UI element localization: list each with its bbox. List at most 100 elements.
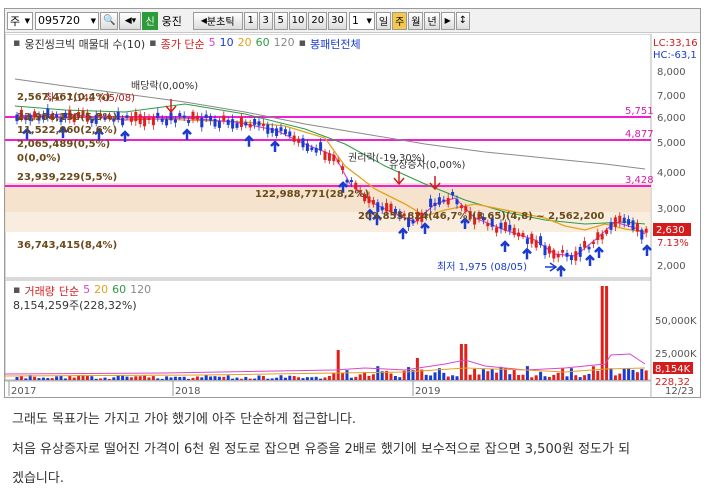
- price-tick: 7,000: [657, 91, 686, 102]
- volume-bar: [59, 375, 63, 380]
- vp-label: 23,954,130(5,5%): [17, 112, 117, 123]
- interval-label: 20: [311, 15, 325, 26]
- volume-bar: [508, 374, 512, 380]
- volume-bar: [72, 377, 76, 380]
- volume-bar: [261, 375, 265, 380]
- volume-bar: [279, 375, 283, 380]
- sort-button[interactable]: ↕: [455, 11, 471, 30]
- volume-bar: [134, 376, 138, 380]
- volume-bar: [371, 374, 375, 380]
- annotation-rights-issue: 유상증자(0,00%): [389, 159, 465, 171]
- price-chart[interactable]: 최고 7,142 (05/08) 배당락(0,00%) 권리락(-19,30%)…: [4, 33, 700, 398]
- legend-ma60: 60: [255, 36, 270, 49]
- volume-bar: [292, 376, 296, 380]
- volume-bar: [226, 375, 230, 380]
- volume-bar: [627, 368, 631, 380]
- interval-label: 30: [331, 15, 344, 26]
- interval-5[interactable]: 5: [273, 11, 288, 30]
- volume-bar: [200, 377, 204, 380]
- volume-bar: [165, 376, 169, 380]
- interval-3[interactable]: 3: [258, 11, 273, 30]
- volume-bar: [107, 378, 111, 380]
- volume-bar: [297, 377, 301, 380]
- price-tick: 3,000: [657, 204, 686, 215]
- tab-day[interactable]: 일: [375, 11, 392, 30]
- volume-bar: [121, 375, 125, 380]
- volume-bar: [41, 377, 45, 380]
- volume-bar: [301, 378, 305, 380]
- volume-bar: [605, 286, 609, 380]
- scroll-right-button[interactable]: ▶: [440, 11, 455, 30]
- volume-bar: [248, 378, 252, 380]
- legend-stock-name: 웅진씽크빅 매물대 수(10): [24, 38, 146, 51]
- volume-bar: [156, 378, 160, 380]
- interval-20[interactable]: 20: [308, 11, 328, 30]
- volume-bar: [332, 372, 336, 380]
- stock-code-input[interactable]: 095720 ▼: [35, 11, 99, 30]
- current-volume: 8,154K: [655, 364, 691, 375]
- volume-bar: [473, 368, 477, 380]
- volume-bar: [116, 375, 120, 380]
- volume-bar: [446, 376, 450, 380]
- volume-bar: [275, 377, 279, 380]
- market-select-label: 주: [10, 14, 21, 28]
- volume-bar: [103, 377, 107, 380]
- tab-week[interactable]: 주: [392, 11, 408, 30]
- stock-code-value: 095720: [38, 14, 80, 27]
- volume-bar: [561, 368, 565, 380]
- volume-bar: [398, 377, 402, 380]
- tab-week-label: 주: [395, 17, 405, 28]
- legend-pattern: 봉패턴전체: [310, 38, 361, 51]
- count-input[interactable]: 1 ▼: [348, 11, 375, 30]
- volume-bar: [363, 371, 367, 380]
- vp-label: 2,567,461(0,4%): [17, 92, 110, 103]
- volume-bar: [455, 376, 459, 380]
- chart-area[interactable]: 최고 7,142 (05/08) 배당락(0,00%) 권리락(-19,30%)…: [4, 33, 700, 398]
- time-tick-label: 2017: [11, 386, 36, 397]
- speaker-button[interactable]: ◀▾: [119, 11, 142, 30]
- current-price: 2,630: [656, 225, 685, 236]
- volume-bar: [512, 368, 516, 380]
- interval-1[interactable]: 1: [243, 11, 258, 30]
- search-button[interactable]: 🔍: [100, 11, 119, 30]
- tab-year[interactable]: 년: [424, 11, 440, 30]
- price-tick: 5,000: [657, 138, 686, 149]
- volume-bar: [517, 375, 521, 380]
- volume-bar: [552, 374, 556, 380]
- axis-lc: LC:33,16: [653, 38, 698, 49]
- vp-label: 0(0,0%): [17, 153, 61, 164]
- volume-bar: [429, 375, 433, 380]
- volume-bar: [138, 376, 142, 380]
- volume-bar: [486, 371, 490, 380]
- volume-bar: [213, 376, 217, 380]
- tab-month[interactable]: 월: [408, 11, 424, 30]
- volume-tick: 50,000K: [655, 316, 697, 327]
- volume-bar: [15, 376, 19, 380]
- volume-bar: [129, 377, 133, 380]
- volume-bar: [323, 377, 327, 380]
- volume-bar: [178, 376, 182, 380]
- interval-10[interactable]: 10: [288, 11, 308, 30]
- volume-bar: [547, 376, 551, 380]
- hline-label-4877: 4,877: [625, 129, 654, 140]
- chevron-down-icon: ▼: [24, 16, 30, 25]
- market-select[interactable]: 주 ▼: [7, 11, 33, 30]
- search-icon: 🔍: [103, 15, 116, 26]
- volume-bar: [253, 378, 257, 380]
- interval-label: 10: [291, 15, 305, 26]
- volume-bar: [525, 366, 529, 380]
- volume-bar: [288, 375, 292, 380]
- volume-bar: [266, 378, 270, 380]
- period-selector-label: 분초틱: [206, 17, 235, 28]
- caret-right-icon: ▶: [444, 16, 451, 25]
- volume-bar: [349, 377, 353, 380]
- legend-bullet-icon: ▪: [149, 36, 157, 49]
- volume-bar: [182, 376, 186, 380]
- volume-bar: [143, 375, 147, 380]
- volume-bar: [160, 378, 164, 380]
- interval-30[interactable]: 30: [328, 11, 347, 30]
- volume-bar: [90, 376, 94, 380]
- period-selector[interactable]: ◀ 분초틱: [192, 11, 243, 30]
- tab-year-label: 년: [427, 17, 437, 28]
- volume-bar: [239, 378, 243, 380]
